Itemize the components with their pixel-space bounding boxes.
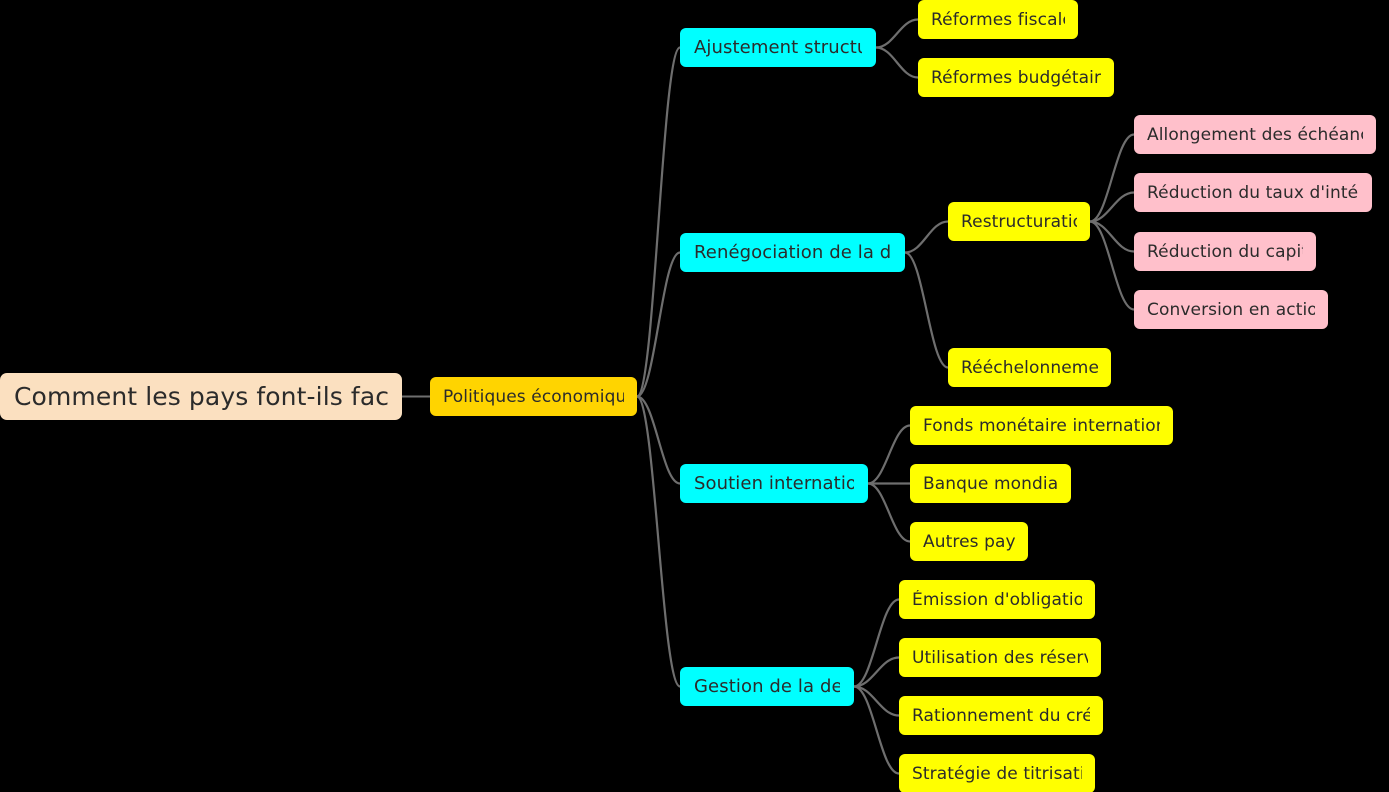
mindmap-edge-n5-n6	[903, 220, 950, 254]
mindmap-node-n15[interactable]: Autres pays	[910, 522, 1028, 561]
mindmap-edge-n6-n9	[1088, 220, 1136, 253]
mindmap-node-n8[interactable]: Réduction du taux d'intérêt	[1134, 173, 1372, 212]
mindmap-edge-n1-n12	[635, 395, 682, 485]
mindmap-node-label: Soutien international	[694, 473, 854, 494]
mindmap-edge-n12-n15	[866, 482, 912, 543]
mindmap-edge-n6-n7	[1088, 133, 1136, 223]
mindmap-node-n6[interactable]: Restructuration	[948, 202, 1090, 241]
mindmap-node-label: Rééchelonnement	[961, 357, 1098, 378]
mindmap-node-n16[interactable]: Gestion de la dette	[680, 667, 854, 706]
mindmap-node-label: Conversion en actions	[1147, 299, 1315, 320]
mindmap-edge-n16-n19	[852, 685, 901, 717]
mindmap-node-n4[interactable]: Réformes budgétaires	[918, 58, 1114, 97]
mindmap-node-n2[interactable]: Ajustement structurel	[680, 28, 876, 67]
mindmap-node-label: Ajustement structurel	[694, 37, 862, 58]
mindmap-node-label: Réduction du taux d'intérêt	[1147, 182, 1359, 203]
mindmap-node-n1[interactable]: Politiques économiques	[430, 377, 637, 416]
mindmap-edge-n1-n16	[635, 395, 682, 688]
mindmap-edge-n6-n10	[1088, 220, 1136, 311]
mindmap-node-label: Politiques économiques	[443, 386, 624, 407]
mindmap-node-label: Émission d'obligations	[912, 589, 1082, 610]
mindmap-node-n7[interactable]: Allongement des échéances	[1134, 115, 1376, 154]
mindmap-node-label: Gestion de la dette	[694, 676, 840, 697]
mindmap-edge-n1-n5	[635, 251, 682, 398]
mindmap-node-n13[interactable]: Fonds monétaire international	[910, 406, 1173, 445]
mindmap-node-label: Restructuration	[961, 211, 1077, 232]
mindmap-node-n14[interactable]: Banque mondiale	[910, 464, 1071, 503]
mindmap-edge-n1-n2	[635, 46, 682, 398]
mindmap-node-n18[interactable]: Utilisation des réserves	[899, 638, 1101, 677]
mindmap-node-n10[interactable]: Conversion en actions	[1134, 290, 1328, 329]
mindmap-node-n3[interactable]: Réformes fiscales	[918, 0, 1078, 39]
mindmap-node-label: Réduction du capital	[1147, 241, 1303, 262]
mind-map-canvas: Comment les pays font-ils fac… Politiques…	[0, 0, 1389, 792]
mindmap-node-label: Fonds monétaire international	[923, 415, 1160, 436]
mindmap-node-label: Renégociation de la dette	[694, 242, 891, 263]
mindmap-node-label: Stratégie de titrisation	[912, 763, 1082, 784]
mindmap-node-n11[interactable]: Rééchelonnement	[948, 348, 1111, 387]
mindmap-edge-n2-n4	[874, 46, 920, 79]
mindmap-node-n20[interactable]: Stratégie de titrisation	[899, 754, 1095, 792]
mindmap-edge-n5-n11	[903, 251, 950, 369]
mindmap-edge-n12-n13	[866, 424, 912, 485]
mindmap-node-n9[interactable]: Réduction du capital	[1134, 232, 1316, 271]
mindmap-node-n17[interactable]: Émission d'obligations	[899, 580, 1095, 619]
mindmap-edge-n2-n3	[874, 18, 920, 49]
mindmap-node-label: Banque mondiale	[923, 473, 1058, 494]
mindmap-node-label: Comment les pays font-ils fac…	[14, 382, 388, 411]
mindmap-node-root[interactable]: Comment les pays font-ils fac…	[0, 373, 402, 420]
mindmap-node-label: Réformes fiscales	[931, 9, 1065, 30]
mindmap-node-n19[interactable]: Rationnement du crédit	[899, 696, 1103, 735]
mindmap-edge-n6-n8	[1088, 191, 1136, 223]
mindmap-node-label: Allongement des échéances	[1147, 124, 1363, 145]
mindmap-edge-n16-n18	[852, 656, 901, 688]
mindmap-node-label: Rationnement du crédit	[912, 705, 1090, 726]
mindmap-node-label: Réformes budgétaires	[931, 67, 1101, 88]
mindmap-edge-n16-n17	[852, 598, 901, 688]
mindmap-edge-n16-n20	[852, 685, 901, 775]
mindmap-node-label: Utilisation des réserves	[912, 647, 1088, 668]
mindmap-node-n12[interactable]: Soutien international	[680, 464, 868, 503]
mindmap-node-n5[interactable]: Renégociation de la dette	[680, 233, 905, 272]
mindmap-node-label: Autres pays	[923, 531, 1015, 552]
